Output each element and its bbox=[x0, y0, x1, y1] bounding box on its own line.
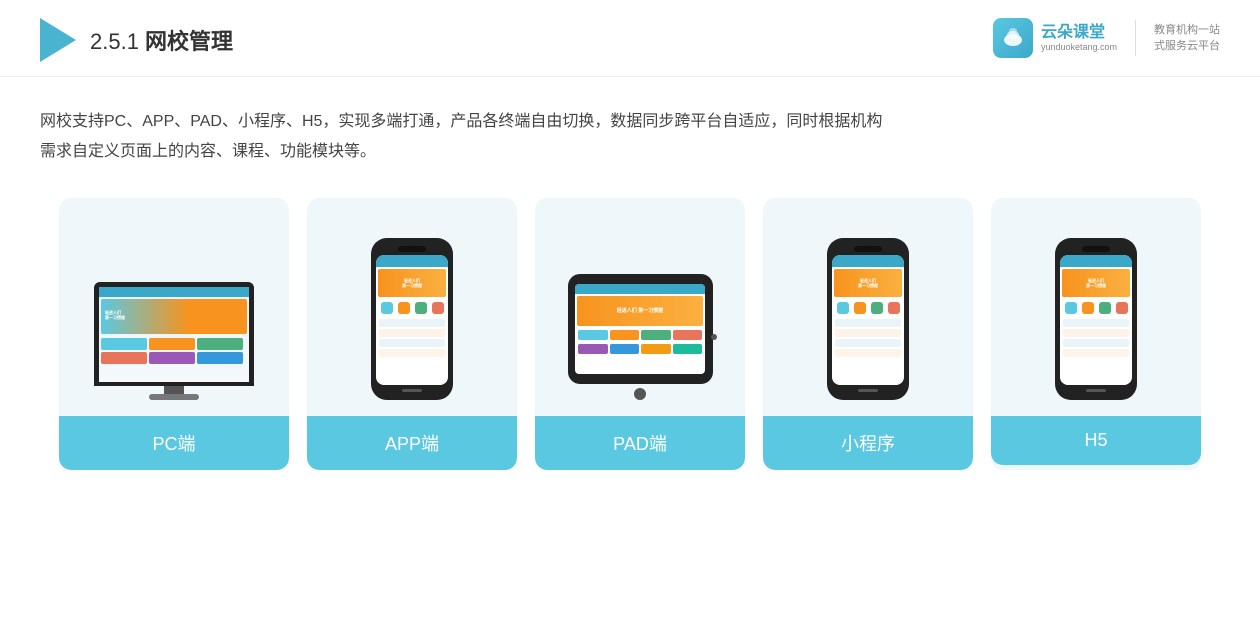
brand-name: 云朵课堂 bbox=[1041, 23, 1117, 42]
pc-mockup: 轻进人们第一习惯楼 bbox=[94, 282, 254, 400]
phone-notch bbox=[398, 246, 426, 252]
phone-screen-h5: 轻进人们第一习惯楼 bbox=[1060, 255, 1132, 385]
tablet-home-button bbox=[634, 388, 646, 400]
phone-mockup-mini: 轻进人们第一习惯楼 bbox=[827, 238, 909, 400]
pc-grid bbox=[99, 336, 249, 366]
card-app: 轻进人们第一习惯楼 bbox=[307, 198, 517, 470]
card-label-app: APP端 bbox=[307, 416, 517, 470]
brand-logo: 云朵课堂 yunduoketang.com bbox=[993, 18, 1117, 58]
description-line1: 网校支持PC、APP、PAD、小程序、H5，实现多端打通，产品各终端自由切换，数… bbox=[40, 107, 1220, 137]
tablet-camera bbox=[711, 334, 717, 340]
pc-grid-item bbox=[197, 338, 243, 350]
card-pad: 轻进人们 第一习惯楼 bbox=[535, 198, 745, 470]
brand-url: yunduoketang.com bbox=[1041, 42, 1117, 53]
pc-hero-banner: 轻进人们第一习惯楼 bbox=[101, 299, 247, 334]
phone-screen-mini: 轻进人们第一习惯楼 bbox=[832, 255, 904, 385]
pc-base bbox=[149, 394, 199, 400]
phone-screen-app: 轻进人们第一习惯楼 bbox=[376, 255, 448, 385]
pc-grid-item bbox=[197, 352, 243, 364]
pc-grid-item bbox=[149, 352, 195, 364]
phone-notch-mini bbox=[854, 246, 882, 252]
card-label-pad: PAD端 bbox=[535, 416, 745, 470]
logo-triangle-icon bbox=[40, 18, 76, 62]
card-h5: 轻进人们第一习惯楼 bbox=[991, 198, 1201, 470]
app-image-area: 轻进人们第一习惯楼 bbox=[323, 220, 501, 400]
pc-screen-outer: 轻进人们第一习惯楼 bbox=[94, 282, 254, 386]
pc-grid-item bbox=[101, 352, 147, 364]
cards-section: 轻进人们第一习惯楼 bbox=[0, 188, 1260, 500]
brand-icon bbox=[993, 18, 1033, 58]
header-left: 2.5.1 网校管理 bbox=[40, 18, 233, 62]
brand-tagline: 教育机构一站 式服务云平台 bbox=[1154, 22, 1220, 55]
card-label-miniprogram: 小程序 bbox=[763, 416, 973, 470]
brand-divider bbox=[1135, 20, 1136, 56]
description-block: 网校支持PC、APP、PAD、小程序、H5，实现多端打通，产品各终端自由切换，数… bbox=[0, 77, 1260, 188]
brand-area: 云朵课堂 yunduoketang.com 教育机构一站 式服务云平台 bbox=[993, 18, 1220, 58]
tablet-mockup: 轻进人们 第一习惯楼 bbox=[568, 274, 713, 400]
pc-screen-content: 轻进人们第一习惯楼 bbox=[99, 287, 249, 382]
pc-grid-item bbox=[101, 338, 147, 350]
pc-stand bbox=[164, 386, 184, 394]
phone-outer-h5: 轻进人们第一习惯楼 bbox=[1055, 238, 1137, 400]
card-label-pc: PC端 bbox=[59, 416, 289, 470]
h5-image-area: 轻进人们第一习惯楼 bbox=[1007, 220, 1185, 400]
phone-mockup-app: 轻进人们第一习惯楼 bbox=[371, 238, 453, 400]
phone-outer-mini: 轻进人们第一习惯楼 bbox=[827, 238, 909, 400]
miniprogram-image-area: 轻进人们第一习惯楼 bbox=[779, 220, 957, 400]
phone-outer-app: 轻进人们第一习惯楼 bbox=[371, 238, 453, 400]
description-line2: 需求自定义页面上的内容、课程、功能模块等。 bbox=[40, 137, 1220, 167]
phone-notch-h5 bbox=[1082, 246, 1110, 252]
tablet-screen: 轻进人们 第一习惯楼 bbox=[575, 284, 705, 374]
page-title: 2.5.1 网校管理 bbox=[90, 24, 233, 56]
card-pc: 轻进人们第一习惯楼 bbox=[59, 198, 289, 470]
phone-mockup-h5: 轻进人们第一习惯楼 bbox=[1055, 238, 1137, 400]
pc-nav-bar bbox=[99, 287, 249, 297]
pc-grid-item bbox=[149, 338, 195, 350]
card-label-h5: H5 bbox=[991, 416, 1201, 465]
brand-text: 云朵课堂 yunduoketang.com bbox=[1041, 23, 1117, 53]
card-miniprogram: 轻进人们第一习惯楼 bbox=[763, 198, 973, 470]
pad-image-area: 轻进人们 第一习惯楼 bbox=[551, 220, 729, 400]
pc-image-area: 轻进人们第一习惯楼 bbox=[75, 220, 273, 400]
pc-screen-inner: 轻进人们第一习惯楼 bbox=[99, 287, 249, 382]
page-header: 2.5.1 网校管理 云朵课堂 yunduoketang.com 教育机构一站 … bbox=[0, 0, 1260, 77]
tablet-outer: 轻进人们 第一习惯楼 bbox=[568, 274, 713, 384]
